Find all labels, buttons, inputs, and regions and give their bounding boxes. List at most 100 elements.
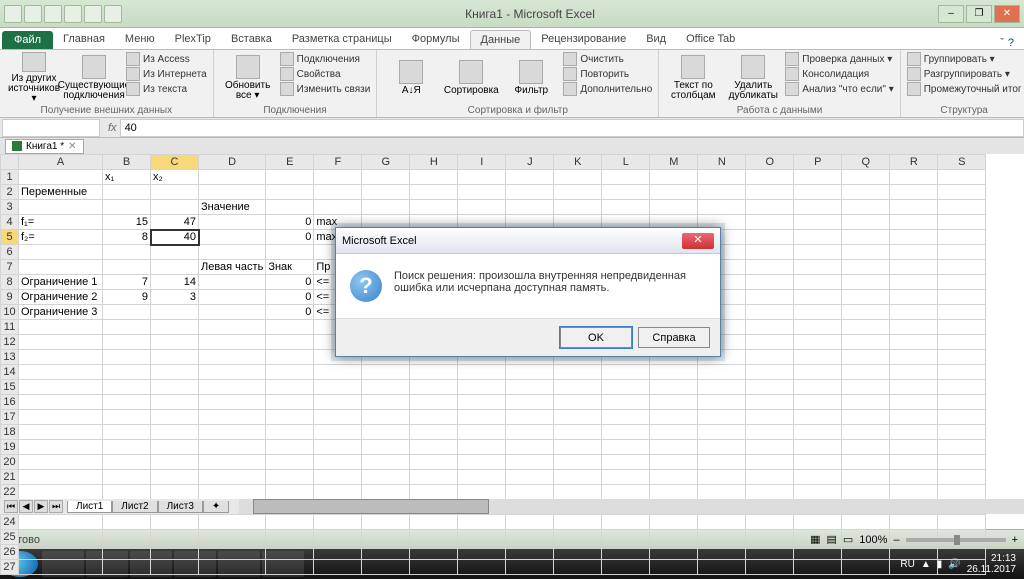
cell[interactable] [314,515,362,530]
row-header[interactable]: 10 [1,305,19,320]
cell[interactable] [458,545,506,560]
cell[interactable] [650,200,698,215]
cell[interactable] [650,425,698,440]
cell[interactable] [19,470,103,485]
row-header[interactable]: 27 [1,560,19,575]
cell[interactable]: 7 [103,275,151,290]
cell[interactable] [554,530,602,545]
row-header[interactable]: 1 [1,170,19,185]
cell[interactable] [19,440,103,455]
cell[interactable] [890,425,938,440]
cell[interactable] [410,530,458,545]
cell[interactable] [938,515,986,530]
cell[interactable] [458,170,506,185]
cell[interactable]: Ограничение 2 [19,290,103,305]
cell[interactable] [554,470,602,485]
cell[interactable] [938,380,986,395]
cell[interactable] [842,320,890,335]
cell[interactable] [842,530,890,545]
cell[interactable] [794,410,842,425]
cell[interactable] [842,545,890,560]
cell[interactable] [602,440,650,455]
cell[interactable] [362,470,410,485]
cell[interactable]: x₂ [151,170,199,185]
cell[interactable] [410,200,458,215]
cell[interactable] [890,380,938,395]
row-header[interactable]: 13 [1,350,19,365]
cell[interactable] [842,350,890,365]
cell[interactable] [314,200,362,215]
ribbon-button[interactable]: Текст по столбцам [665,52,721,104]
column-header[interactable]: I [458,155,506,170]
cell[interactable] [506,470,554,485]
cell[interactable] [842,470,890,485]
cell[interactable] [103,380,151,395]
cell[interactable] [458,425,506,440]
cell[interactable] [314,470,362,485]
cell[interactable] [410,455,458,470]
cell[interactable] [199,410,266,425]
cell[interactable] [458,515,506,530]
cell[interactable] [794,560,842,575]
cell[interactable] [602,455,650,470]
cell[interactable] [746,425,794,440]
cell[interactable] [506,455,554,470]
cell[interactable] [151,440,199,455]
ribbon-button[interactable]: Фильтр [503,52,559,104]
cell[interactable] [151,560,199,575]
cell[interactable] [103,425,151,440]
cell[interactable] [746,185,794,200]
cell[interactable] [890,455,938,470]
cell[interactable] [151,260,199,275]
cell[interactable] [19,425,103,440]
cell[interactable] [938,200,986,215]
cell[interactable] [650,560,698,575]
help-button[interactable]: Справка [638,327,710,348]
cell[interactable] [410,365,458,380]
cell[interactable] [19,530,103,545]
cell[interactable] [103,395,151,410]
cell[interactable] [199,245,266,260]
cell[interactable] [151,245,199,260]
cell[interactable] [698,425,746,440]
cell[interactable] [199,485,266,500]
ribbon-button[interactable]: Существующие подключения [66,52,122,104]
cell[interactable] [266,380,314,395]
cell[interactable] [746,200,794,215]
dialog-close-button[interactable]: ✕ [682,233,714,249]
cell[interactable] [19,515,103,530]
cell[interactable] [151,470,199,485]
cell[interactable] [151,380,199,395]
ribbon-item[interactable]: Из Access [126,52,207,66]
cell[interactable] [650,545,698,560]
cell[interactable] [794,215,842,230]
cell[interactable] [199,380,266,395]
name-box[interactable] [2,119,100,137]
ribbon-tab[interactable]: Рецензирование [531,30,636,49]
cell[interactable] [698,545,746,560]
cell[interactable] [794,545,842,560]
cell[interactable] [19,545,103,560]
cell[interactable] [103,335,151,350]
cell[interactable] [746,320,794,335]
cell[interactable] [362,410,410,425]
cell[interactable] [794,470,842,485]
cell[interactable]: 0 [266,230,314,245]
cell[interactable] [938,275,986,290]
cell[interactable] [151,545,199,560]
cell[interactable] [746,485,794,500]
cell[interactable] [506,185,554,200]
cell[interactable] [890,470,938,485]
column-header[interactable]: B [103,155,151,170]
cell[interactable] [650,515,698,530]
cell[interactable] [410,185,458,200]
cell[interactable] [19,380,103,395]
column-header[interactable]: P [794,155,842,170]
ribbon-item[interactable]: Разгруппировать ▾ [907,67,1022,81]
ribbon-item[interactable]: Анализ "что если" ▾ [785,82,893,96]
cell[interactable] [842,560,890,575]
cell[interactable] [698,395,746,410]
cell[interactable] [602,515,650,530]
ribbon-tab[interactable]: Формулы [402,30,470,49]
cell[interactable] [938,305,986,320]
